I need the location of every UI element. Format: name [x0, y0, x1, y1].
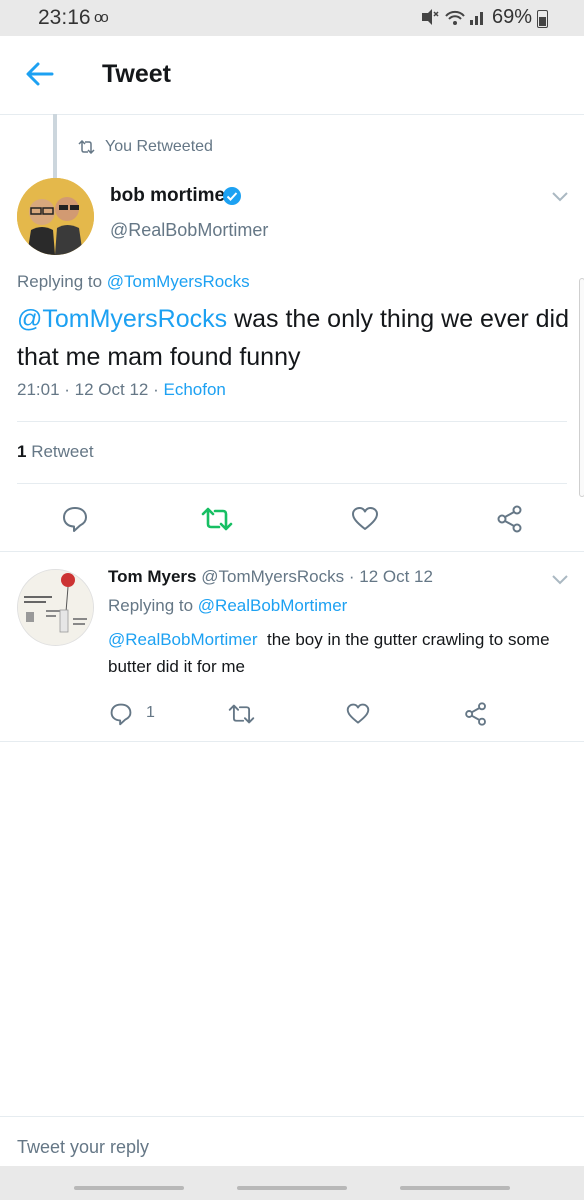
signal-icons — [420, 7, 488, 32]
tweet-text: @TomMyersRocks was the only thing we eve… — [17, 300, 572, 376]
reply-date: 12 Oct 12 — [359, 567, 433, 586]
retweet-count: 1 — [17, 442, 27, 461]
tweet-source[interactable]: Echofon — [163, 380, 225, 399]
share-icon[interactable] — [496, 505, 524, 533]
system-nav-bar — [0, 1166, 584, 1200]
avatar-photo — [17, 178, 94, 255]
tweet-meta: 21:01 · 12 Oct 12 · Echofon — [17, 380, 226, 399]
section-divider — [0, 551, 584, 552]
reply-author-name[interactable]: Tom Myers — [108, 567, 197, 586]
reply-text: @RealBobMortimer the boy in the gutter c… — [108, 626, 568, 680]
retweet-stats[interactable]: 1 Retweet — [17, 442, 94, 462]
battery-percent: 69% — [492, 6, 533, 28]
reply-replying-to: Replying to @RealBobMortimer — [108, 596, 347, 616]
verified-badge-icon — [223, 187, 241, 205]
retweet-context-label: You Retweeted — [105, 138, 213, 155]
status-bar: 23:16 oo 69% — [0, 0, 584, 36]
reply-header: Tom Myers @TomMyersRocks · 12 Oct 12 — [108, 567, 433, 586]
retweet-icon[interactable] — [228, 702, 255, 726]
retweet-active-icon[interactable] — [201, 505, 233, 533]
replying-prefix: Replying to — [17, 272, 103, 291]
wifi-signal-icon — [422, 9, 483, 25]
mention-link[interactable]: @TomMyersRocks — [17, 305, 227, 333]
avatar[interactable] — [17, 178, 94, 255]
reply-composer[interactable]: Tweet your reply — [0, 1116, 584, 1167]
battery-icon — [537, 10, 548, 28]
reply-icon[interactable] — [109, 702, 133, 726]
tweet-time: 21:01 — [17, 380, 60, 399]
reply-icon[interactable] — [61, 505, 89, 533]
chevron-down-icon[interactable] — [551, 191, 569, 203]
retweet-icon — [78, 139, 95, 155]
reply-author-handle[interactable]: @TomMyersRocks — [201, 567, 344, 586]
tweet-date: 12 Oct 12 — [74, 380, 149, 399]
author-handle[interactable]: @RealBobMortimer — [110, 220, 268, 241]
status-time: 23:16 — [38, 6, 91, 29]
retweet-context: You Retweeted — [78, 138, 213, 156]
divider — [17, 483, 567, 484]
like-heart-icon[interactable] — [346, 702, 370, 726]
replying-to: Replying to @TomMyersRocks — [17, 272, 250, 292]
reply-avatar-image — [18, 570, 93, 645]
back-arrow-icon[interactable] — [24, 58, 56, 90]
reply-avatar[interactable] — [17, 569, 94, 646]
page-title: Tweet — [102, 60, 171, 88]
divider — [17, 421, 567, 422]
nav-pill[interactable] — [74, 1186, 184, 1190]
replying-to-link[interactable]: @TomMyersRocks — [107, 272, 250, 291]
thread-line — [53, 114, 57, 178]
section-divider — [0, 741, 584, 742]
reply-replying-link[interactable]: @RealBobMortimer — [198, 596, 348, 615]
chevron-down-icon[interactable] — [551, 574, 569, 586]
like-heart-icon[interactable] — [351, 505, 379, 533]
retweet-label: Retweet — [31, 442, 94, 461]
share-icon[interactable] — [464, 702, 488, 726]
voicemail-icon: oo — [94, 9, 109, 26]
app-bar: Tweet — [0, 36, 584, 115]
scrollbar[interactable] — [579, 278, 584, 497]
author-name[interactable]: bob mortimer — [110, 185, 232, 207]
reply-count: 1 — [146, 704, 155, 721]
nav-pill[interactable] — [400, 1186, 510, 1190]
nav-pill[interactable] — [237, 1186, 347, 1190]
reply-input-placeholder[interactable]: Tweet your reply — [17, 1137, 149, 1158]
reply-mention-link[interactable]: @RealBobMortimer — [108, 630, 258, 649]
reply-replying-prefix: Replying to — [108, 596, 194, 615]
